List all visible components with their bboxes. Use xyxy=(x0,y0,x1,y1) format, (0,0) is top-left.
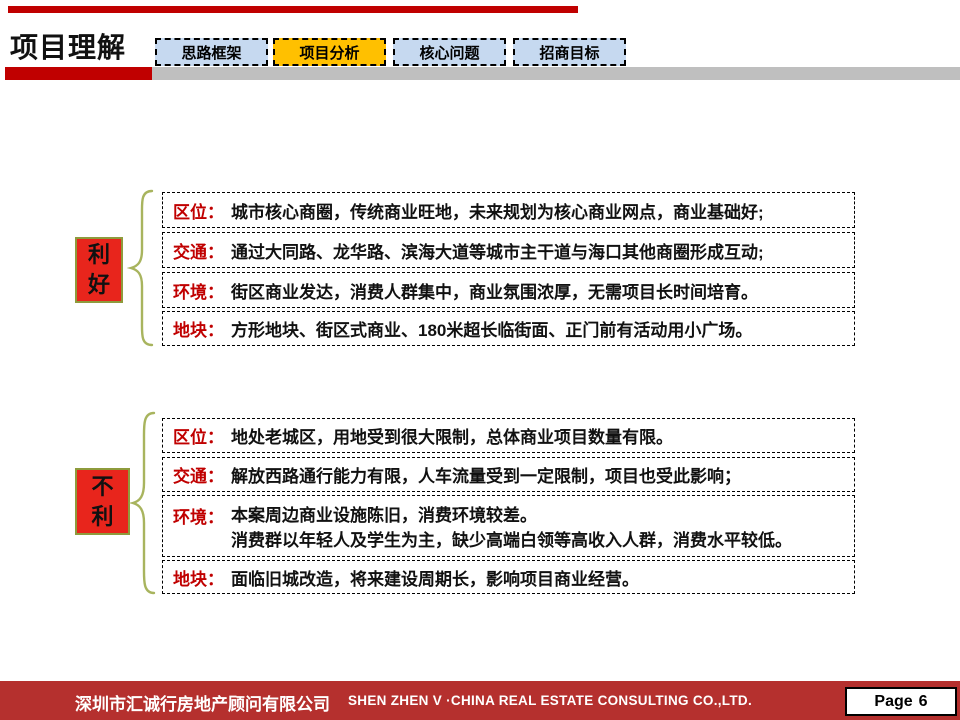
side-label-text: 不利 xyxy=(91,473,114,529)
analysis-row: 地块： 面临旧城改造，将来建设周期长，影响项目商业经营。 xyxy=(162,560,855,594)
analysis-row: 环境： 本案周边商业设施陈旧，消费环境较差。 消费群以年轻人及学生为主，缺少高端… xyxy=(162,495,855,557)
title-underline-bar xyxy=(5,67,152,80)
row-label: 地块： xyxy=(173,321,224,340)
row-label: 地块： xyxy=(173,569,224,589)
analysis-row: 地块： 方形地块、街区式商业、180米超长临街面、正门前有活动用小广场。 xyxy=(162,311,855,346)
row-text: 面临旧城改造，将来建设周期长，影响项目商业经营。 xyxy=(231,569,639,589)
page-number-box: Page 6 xyxy=(845,687,957,716)
tab-xiangmu-fenxi[interactable]: 项目分析 xyxy=(273,38,386,66)
row-text-line1: 本案周边商业设施陈旧，消费环境较差。 xyxy=(231,506,537,525)
side-label-favourable: 利好 xyxy=(75,237,123,303)
side-label-unfavourable: 不利 xyxy=(75,468,130,535)
company-name-cn: 深圳市汇诚行房地产顾问有限公司 xyxy=(75,695,330,714)
brace-icon xyxy=(127,189,154,347)
row-label: 区位： xyxy=(173,202,224,222)
company-name-en: SHEN ZHEN V ·CHINA REAL ESTATE CONSULTIN… xyxy=(348,693,753,708)
row-label: 区位： xyxy=(173,428,224,447)
row-text: 城市核心商圈，传统商业旺地，未来规划为核心商业网点，商业基础好; xyxy=(231,202,764,222)
row-label: 交通： xyxy=(173,467,224,486)
row-text-line2: 消费群以年轻人及学生为主，缺少高端白领等高收入人群，消费水平较低。 xyxy=(231,531,792,550)
tab-silu-kuangjia[interactable]: 思路框架 xyxy=(155,38,268,66)
row-text: 地处老城区，用地受到很大限制，总体商业项目数量有限。 xyxy=(231,428,673,447)
page-title: 项目理解 xyxy=(10,32,127,63)
analysis-row: 交通： 通过大同路、龙华路、滨海大道等城市主干道与海口其他商圈形成互动; xyxy=(162,232,855,268)
row-text: 街区商业发达，消费人群集中，商业氛围浓厚，无需项目长时间培育。 xyxy=(231,282,758,302)
analysis-row: 区位： 地处老城区，用地受到很大限制，总体商业项目数量有限。 xyxy=(162,418,855,453)
tab-hexin-wenti[interactable]: 核心问题 xyxy=(393,38,506,66)
page-label: Page xyxy=(874,692,913,710)
row-label: 环境： xyxy=(173,282,224,302)
row-label: 交通： xyxy=(173,242,224,262)
analysis-row: 交通： 解放西路通行能力有限，人车流量受到一定限制，项目也受此影响； xyxy=(162,457,855,492)
top-red-strip xyxy=(8,6,578,13)
brace-icon xyxy=(129,411,156,595)
row-text: 通过大同路、龙华路、滨海大道等城市主干道与海口其他商圈形成互动; xyxy=(231,242,764,262)
side-label-text: 利好 xyxy=(87,242,110,297)
page-number: 6 xyxy=(918,692,928,710)
header-gray-bar xyxy=(152,67,960,80)
slide: 项目理解 思路框架 项目分析 核心问题 招商目标 利好 区位： 城市核心商圈，传… xyxy=(0,0,960,720)
analysis-row: 区位： 城市核心商圈，传统商业旺地，未来规划为核心商业网点，商业基础好; xyxy=(162,192,855,228)
row-label: 环境： xyxy=(173,508,224,527)
tab-zhaoshang-mubiao[interactable]: 招商目标 xyxy=(513,38,626,66)
row-text: 方形地块、街区式商业、180米超长临街面、正门前有活动用小广场。 xyxy=(231,321,753,340)
row-text: 解放西路通行能力有限，人车流量受到一定限制，项目也受此影响； xyxy=(231,467,741,486)
row-text: 本案周边商业设施陈旧，消费环境较差。 消费群以年轻人及学生为主，缺少高端白领等高… xyxy=(231,503,792,553)
analysis-row: 环境： 街区商业发达，消费人群集中，商业氛围浓厚，无需项目长时间培育。 xyxy=(162,272,855,308)
